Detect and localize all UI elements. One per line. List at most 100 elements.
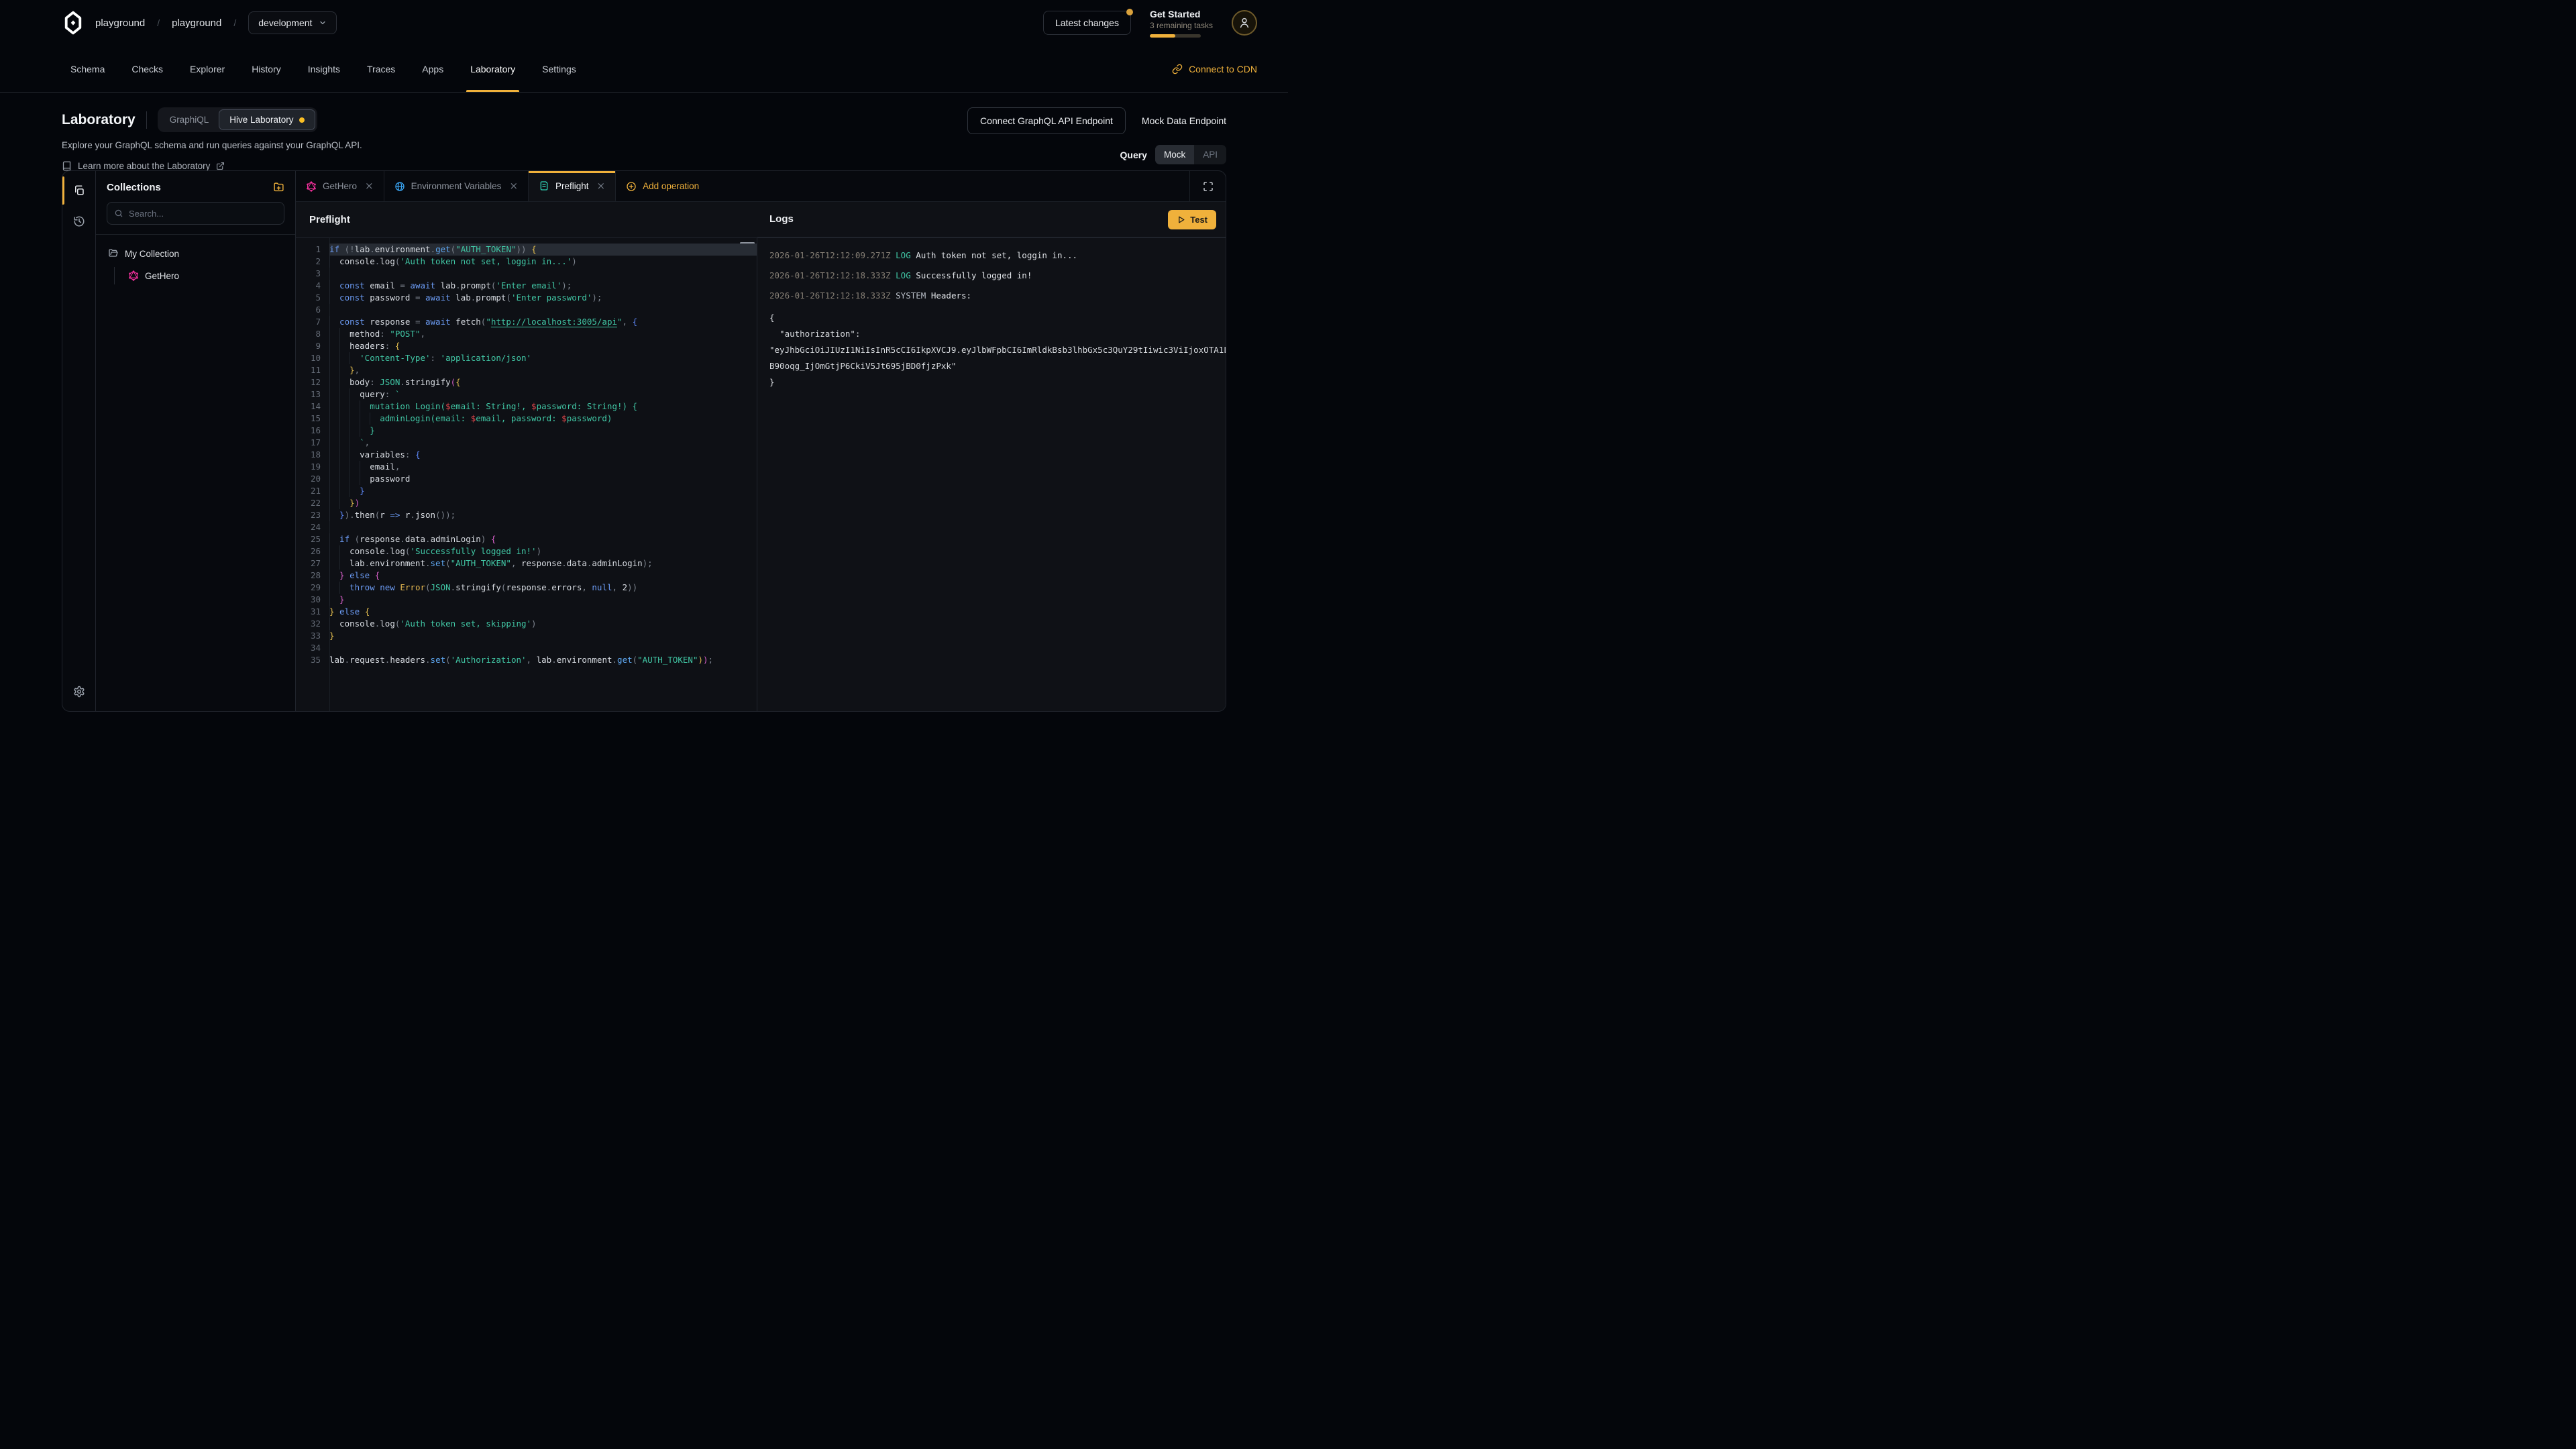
code-line[interactable]: 33} <box>296 630 757 642</box>
query-mode-api[interactable]: API <box>1194 145 1226 164</box>
code-line[interactable]: 27lab.environment.set("AUTH_TOKEN", resp… <box>296 557 757 570</box>
breadcrumb-project[interactable]: playground <box>172 17 221 29</box>
top-bar: playground / playground / development La… <box>0 0 1288 46</box>
code-line[interactable]: 21} <box>296 485 757 497</box>
close-icon[interactable]: × <box>509 181 518 191</box>
rail-settings-button[interactable] <box>62 676 95 707</box>
code-line[interactable]: 28} else { <box>296 570 757 582</box>
nav-item-traces[interactable]: Traces <box>367 46 395 92</box>
code-line[interactable]: 23}).then(r => r.json()); <box>296 509 757 521</box>
add-collection-button[interactable] <box>273 182 284 193</box>
code-line[interactable]: 20password <box>296 473 757 485</box>
code-line[interactable]: 12body: JSON.stringify({ <box>296 376 757 388</box>
code-line[interactable]: 24 <box>296 521 757 533</box>
line-number: 19 <box>296 461 329 473</box>
code-line[interactable]: 26console.log('Successfully logged in!') <box>296 545 757 557</box>
code-line[interactable]: 29throw new Error(JSON.stringify(respons… <box>296 582 757 594</box>
tab-environment-variables[interactable]: Environment Variables × <box>384 171 529 201</box>
code-line-content: } <box>329 594 757 606</box>
code-line[interactable]: 35lab.request.headers.set('Authorization… <box>296 654 757 666</box>
code-line[interactable]: 22}) <box>296 497 757 509</box>
query-mode-mock[interactable]: Mock <box>1155 145 1194 164</box>
hive-logo-icon[interactable] <box>62 11 85 35</box>
code-line[interactable]: 31} else { <box>296 606 757 618</box>
code-line[interactable]: 13query: ` <box>296 388 757 400</box>
code-line[interactable]: 1if (!lab.environment.get("AUTH_TOKEN"))… <box>296 244 757 256</box>
code-line-content: } <box>329 630 757 642</box>
target-selector[interactable]: development <box>248 11 337 34</box>
tab-gethero[interactable]: GetHero× <box>296 171 384 201</box>
nav-item-explorer[interactable]: Explorer <box>190 46 225 92</box>
code-line[interactable]: 7const response = await fetch("http://lo… <box>296 316 757 328</box>
code-line[interactable]: 30} <box>296 594 757 606</box>
fullscreen-button[interactable] <box>1189 171 1226 201</box>
nav-items: Schema Checks Explorer History Insights Trace… <box>70 46 576 92</box>
tab-label: Environment Variables <box>411 181 502 191</box>
code-line[interactable]: 17`, <box>296 437 757 449</box>
indent-guide <box>370 413 380 425</box>
code-line[interactable]: 2console.log('Auth token not set, loggin… <box>296 256 757 268</box>
code-line[interactable]: 16} <box>296 425 757 437</box>
nav-item-apps[interactable]: Apps <box>422 46 443 92</box>
mode-hive-laboratory[interactable]: Hive Laboratory <box>219 109 315 130</box>
mode-graphiql[interactable]: GraphiQL <box>160 110 219 129</box>
history-icon <box>73 215 85 227</box>
code-line-content: const response = await fetch("http://loc… <box>329 316 757 328</box>
code-line[interactable]: 32console.log('Auth token set, skipping'… <box>296 618 757 630</box>
breadcrumb-org[interactable]: playground <box>95 17 145 29</box>
nav-item-checks[interactable]: Checks <box>131 46 163 92</box>
user-avatar[interactable] <box>1232 10 1257 36</box>
tab-add-operation[interactable]: Add operation <box>616 171 709 201</box>
code-line[interactable]: 11}, <box>296 364 757 376</box>
page-header-left: Laboratory GraphiQL Hive Laboratory Expl… <box>62 107 362 171</box>
code-line[interactable]: 8method: "POST", <box>296 328 757 340</box>
rail-history-button[interactable] <box>62 206 95 237</box>
get-started-widget[interactable]: Get Started 3 remaining tasks <box>1150 9 1213 38</box>
search-input[interactable] <box>129 209 277 219</box>
code-line[interactable]: 15adminLogin(email: $email, password: $p… <box>296 413 757 425</box>
preflight-code-editor[interactable]: 1if (!lab.environment.get("AUTH_TOKEN"))… <box>296 238 757 711</box>
nav-item-schema[interactable]: Schema <box>70 46 105 92</box>
indent-guide <box>339 582 350 594</box>
rail-collections-button[interactable] <box>62 175 95 206</box>
indent-guide <box>339 473 350 485</box>
nav-item-settings[interactable]: Settings <box>542 46 576 92</box>
learn-more-link[interactable]: Learn more about the Laboratory <box>62 161 362 171</box>
top-bar-right: Latest changes Get Started 3 remaining t… <box>1043 9 1257 38</box>
nav-item-insights[interactable]: Insights <box>308 46 340 92</box>
code-line[interactable]: 5const password = await lab.prompt('Ente… <box>296 292 757 304</box>
code-line-content: }) <box>329 497 757 509</box>
connect-to-cdn-link[interactable]: Connect to CDN <box>1172 64 1257 74</box>
code-line[interactable]: 3 <box>296 268 757 280</box>
latest-changes-button[interactable]: Latest changes <box>1043 11 1131 35</box>
log-entry: 2026-01-26T12:12:09.271Z LOG Auth token … <box>769 250 1226 262</box>
connect-graphql-endpoint-button[interactable]: Connect GraphQL API Endpoint <box>967 107 1126 134</box>
line-number: 23 <box>296 509 329 521</box>
search-icon <box>114 209 123 218</box>
nav-item-history[interactable]: History <box>252 46 281 92</box>
operation-item-gethero[interactable]: GetHero <box>124 267 287 284</box>
code-line[interactable]: 34 <box>296 642 757 654</box>
code-line[interactable]: 9headers: { <box>296 340 757 352</box>
code-line[interactable]: 6 <box>296 304 757 316</box>
line-number: 33 <box>296 630 329 642</box>
tab-preflight[interactable]: Preflight× <box>529 171 616 201</box>
code-line[interactable]: 14mutation Login($email: String!, $passw… <box>296 400 757 413</box>
code-line[interactable]: 18variables: { <box>296 449 757 461</box>
close-icon[interactable]: × <box>597 181 606 191</box>
code-line[interactable]: 4const email = await lab.prompt('Enter e… <box>296 280 757 292</box>
indent-guide <box>339 461 350 473</box>
collections-sidebar: Collections My CollectionGetHero <box>96 171 296 711</box>
log-message: Headers: <box>931 290 971 301</box>
close-icon[interactable]: × <box>365 181 374 191</box>
indent-guide <box>339 557 350 570</box>
nav-item-laboratory[interactable]: Laboratory <box>470 46 515 92</box>
code-line[interactable]: 25if (response.data.adminLogin) { <box>296 533 757 545</box>
link-icon <box>1172 64 1183 74</box>
collection-folder[interactable]: My Collection <box>104 246 287 262</box>
mock-data-endpoint-button[interactable]: Mock Data Endpoint <box>1142 115 1226 126</box>
indent-guide <box>329 437 339 449</box>
code-line[interactable]: 19email, <box>296 461 757 473</box>
code-line[interactable]: 10'Content-Type': 'application/json' <box>296 352 757 364</box>
indent-guide <box>339 328 350 340</box>
